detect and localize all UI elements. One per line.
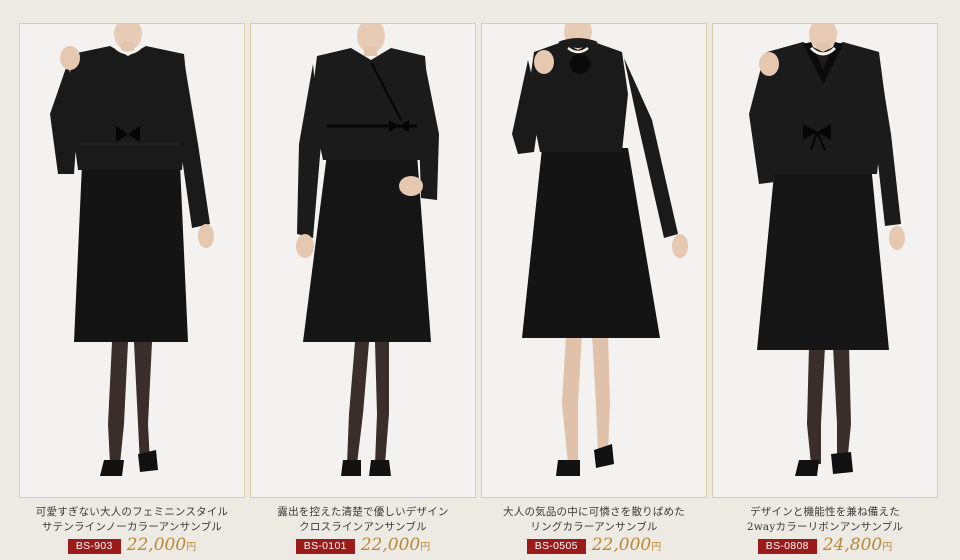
product-price: 22,000円	[361, 535, 430, 558]
product-code-badge: BS-0101	[295, 538, 355, 554]
description-line-1: 大人の気品の中に可憐さを散りばめた	[503, 506, 685, 518]
product-description[interactable]: デザインと機能性を兼ね備えた 2wayカラーリボンアンサンブル	[712, 505, 938, 535]
yen-unit: 円	[882, 541, 893, 553]
product-photo[interactable]	[19, 23, 245, 498]
product-photo[interactable]	[712, 23, 938, 498]
price-value: 24,800	[822, 534, 883, 555]
description-line-1: デザインと機能性を兼ね備えた	[750, 506, 900, 518]
model-illustration	[482, 24, 706, 497]
price-value: 22,000	[591, 534, 652, 555]
yen-unit: 円	[420, 541, 431, 553]
price-value: 22,000	[126, 534, 187, 555]
price-row: BS-0505 22,000円	[481, 535, 707, 558]
model-illustration	[20, 24, 244, 497]
product-photo[interactable]	[250, 23, 476, 498]
product-price: 22,000円	[592, 535, 661, 558]
product-code-badge: BS-0505	[526, 538, 586, 554]
description-line-2: リングカラーアンサンブル	[530, 521, 658, 533]
model-illustration	[713, 24, 937, 497]
description-line-2: クロスラインアンサンブル	[299, 521, 427, 533]
model-illustration	[251, 24, 475, 497]
product-price: 22,000円	[127, 535, 196, 558]
product-card[interactable]: 可愛すぎない大人のフェミニンスタイル サテンラインノーカラーアンサンブル BS-…	[19, 23, 245, 560]
description-line-1: 可愛すぎない大人のフェミニンスタイル	[35, 506, 229, 518]
price-row: BS-903 22,000円	[19, 535, 245, 558]
description-line-1: 露出を控えた清楚で優しいデザイン	[277, 506, 449, 518]
price-value: 22,000	[360, 534, 421, 555]
product-description[interactable]: 大人の気品の中に可憐さを散りばめた リングカラーアンサンブル	[481, 505, 707, 535]
description-line-2: 2wayカラーリボンアンサンブル	[746, 521, 904, 533]
price-row: BS-0808 24,800円	[712, 535, 938, 558]
product-grid: 可愛すぎない大人のフェミニンスタイル サテンラインノーカラーアンサンブル BS-…	[0, 0, 960, 560]
product-code-badge: BS-903	[67, 538, 121, 554]
product-price: 24,800円	[823, 535, 892, 558]
yen-unit: 円	[651, 541, 662, 553]
product-card[interactable]: 露出を控えた清楚で優しいデザイン クロスラインアンサンブル BS-0101 22…	[250, 23, 476, 560]
yen-unit: 円	[186, 541, 197, 553]
product-description[interactable]: 露出を控えた清楚で優しいデザイン クロスラインアンサンブル	[250, 505, 476, 535]
product-code-badge: BS-0808	[757, 538, 817, 554]
product-card[interactable]: 大人の気品の中に可憐さを散りばめた リングカラーアンサンブル BS-0505 2…	[481, 23, 707, 560]
product-photo[interactable]	[481, 23, 707, 498]
price-row: BS-0101 22,000円	[250, 535, 476, 558]
product-description[interactable]: 可愛すぎない大人のフェミニンスタイル サテンラインノーカラーアンサンブル	[19, 505, 245, 535]
description-line-2: サテンラインノーカラーアンサンブル	[41, 521, 223, 533]
product-card[interactable]: デザインと機能性を兼ね備えた 2wayカラーリボンアンサンブル BS-0808 …	[712, 23, 938, 560]
